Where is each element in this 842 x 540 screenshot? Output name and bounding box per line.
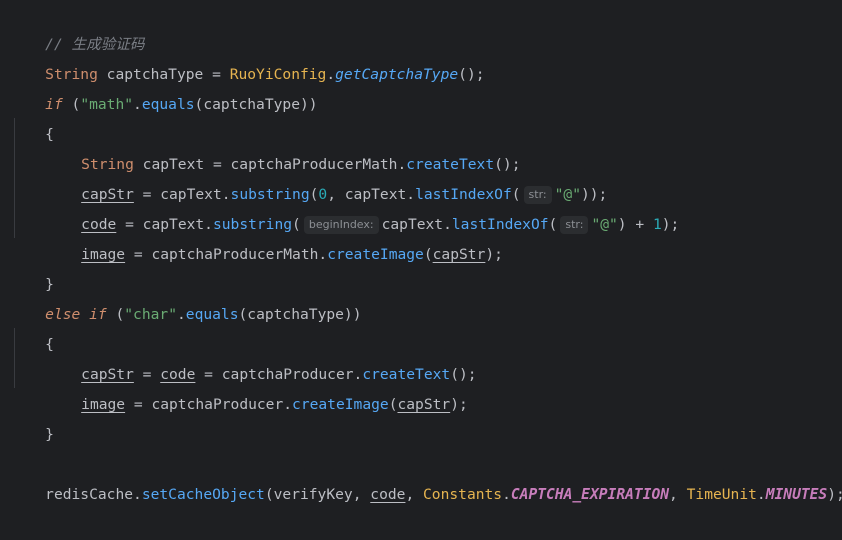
code-line-2[interactable]: if ("math".equals(captchaType)) [10, 60, 317, 113]
punctuation: ); [450, 396, 468, 413]
punctuation: , [405, 486, 424, 503]
constant: MINUTES [765, 486, 828, 503]
class-name: TimeUnit [686, 486, 757, 503]
dot: . [133, 96, 142, 113]
punctuation: ( [423, 246, 433, 263]
dot: . [502, 486, 511, 503]
parameter-hint: str: [560, 216, 589, 234]
string-literal: "math" [80, 96, 134, 113]
punctuation: ( [62, 96, 81, 113]
punctuation: (); [458, 66, 485, 83]
dot: . [756, 486, 766, 503]
string-literal: "char" [124, 306, 177, 323]
object-name: redisCache [45, 486, 134, 503]
code-line-11[interactable]: capStr = code = captchaProducer.createTe… [10, 330, 476, 383]
punctuation: , [669, 486, 687, 503]
punctuation: ( [106, 306, 125, 323]
code-line-5[interactable]: capStr = capText.substring(0, capText.la… [10, 150, 607, 204]
operator: ) + [617, 216, 653, 233]
statement: = captchaProducerMath. [125, 246, 328, 263]
if-keyword: if [89, 306, 107, 323]
code-line-6[interactable]: code = capText.substring(beginIndex: capT… [10, 180, 679, 234]
code-line-1[interactable]: String captchaType = RuoYiConfig.getCapt… [10, 30, 484, 83]
code-line-15[interactable]: redisCache.setCacheObject(verifyKey, cod… [10, 450, 842, 503]
code-line-comment[interactable]: // 生成验证码 [10, 0, 144, 53]
field-variable: capStr [397, 396, 451, 413]
code-line-4[interactable]: String capText = captchaProducerMath.cre… [10, 120, 520, 173]
method-call: createImage [327, 246, 424, 263]
code-line-7[interactable]: image = captchaProducerMath.createImage(… [10, 210, 503, 263]
dot: . [326, 66, 336, 83]
field-variable: image [81, 396, 126, 413]
punctuation: ); [661, 216, 680, 233]
code-line-12[interactable]: image = captchaProducer.createImage(capS… [10, 360, 468, 413]
statement: = captchaProducer. [125, 396, 293, 413]
constant: CAPTCHA_EXPIRATION [510, 486, 670, 503]
class-name: Constants [423, 486, 503, 503]
field-variable: image [81, 246, 126, 263]
code-line-13[interactable]: } [10, 390, 54, 443]
field-variable: code [370, 486, 406, 503]
code-line-3[interactable]: { [10, 90, 54, 143]
argument: (captchaType) [238, 306, 353, 323]
string-literal: "@" [591, 216, 618, 233]
method-call: getCaptchaType [335, 66, 459, 83]
code-line-8[interactable]: } [10, 240, 54, 293]
code-line-9[interactable]: else if ("char".equals(captchaType)) [10, 270, 361, 323]
code-editor[interactable]: // 生成验证码 String captchaType = RuoYiConfi… [0, 0, 842, 503]
method-call: equals [141, 96, 195, 113]
argument: (captchaType) [194, 96, 309, 113]
number-literal: 1 [652, 216, 662, 233]
method-call: createImage [292, 396, 389, 413]
dot: . [176, 306, 186, 323]
punctuation: ); [827, 486, 842, 503]
argument: (verifyKey, [264, 486, 371, 503]
punctuation: ( [548, 216, 558, 233]
code-line-10[interactable]: { [10, 300, 54, 353]
dot: . [133, 486, 142, 503]
method-call: equals [185, 306, 239, 323]
close-brace: } [45, 426, 54, 443]
punctuation: ) [308, 96, 318, 113]
punctuation: ) [352, 306, 362, 323]
field-variable: capStr [432, 246, 486, 263]
method-call: setCacheObject [141, 486, 265, 503]
punctuation: ); [485, 246, 503, 263]
